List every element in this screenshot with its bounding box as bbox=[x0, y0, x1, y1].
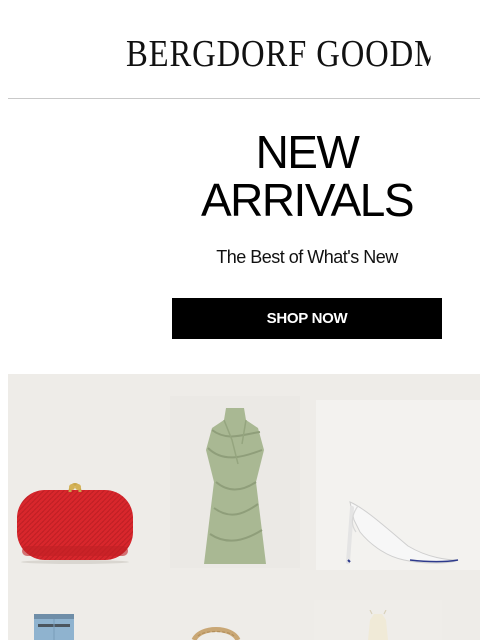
woven-bag-image[interactable] bbox=[188, 622, 244, 640]
white-pump-image[interactable] bbox=[338, 498, 462, 566]
ivory-top-image[interactable] bbox=[358, 610, 398, 640]
hero-title-line-1: NEW bbox=[255, 126, 360, 178]
denim-item-image[interactable] bbox=[30, 610, 78, 640]
header-divider bbox=[8, 98, 480, 99]
hero-title-line-2: ARRIVALS bbox=[200, 174, 415, 226]
red-clutch-image[interactable] bbox=[14, 478, 136, 564]
hero-subtitle: The Best of What's New bbox=[216, 247, 398, 267]
shop-now-button[interactable]: SHOP NOW bbox=[172, 298, 442, 339]
hero-title: NEW ARRIVALS bbox=[172, 128, 442, 224]
brand-logo[interactable]: BERGDORF GOODMAN bbox=[126, 32, 430, 76]
sage-dress-image[interactable] bbox=[194, 404, 276, 566]
product-collage[interactable] bbox=[8, 374, 480, 640]
